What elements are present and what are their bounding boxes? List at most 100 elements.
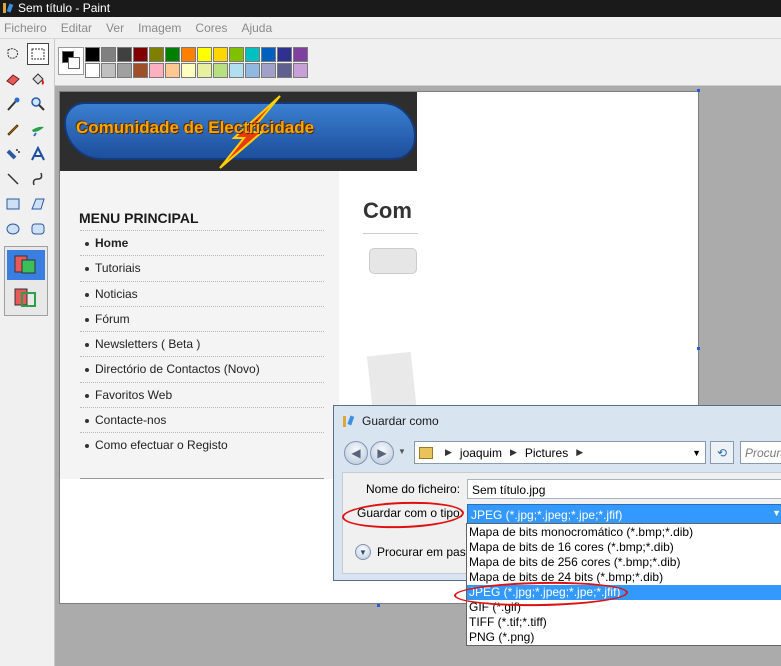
site-menu-item: Directório de Contactos (Novo) <box>80 356 324 381</box>
resize-handle[interactable] <box>377 604 380 607</box>
text-icon[interactable] <box>27 143 49 165</box>
transparent-selection-option[interactable] <box>7 283 45 313</box>
site-menu-divider <box>80 478 324 479</box>
chevron-down-icon[interactable]: ▼ <box>772 508 781 518</box>
color-swatch[interactable] <box>181 63 196 78</box>
save-type-option[interactable]: PNG (*.png) <box>467 630 781 645</box>
color-swatch[interactable] <box>133 47 148 62</box>
color-swatch[interactable] <box>197 63 212 78</box>
color-swatch[interactable] <box>229 63 244 78</box>
save-type-option[interactable]: Mapa de bits monocromático (*.bmp;*.dib) <box>467 525 781 540</box>
save-type-select[interactable]: JPEG (*.jpg;*.jpeg;*.jpe;*.jfif) ▼ <box>467 504 781 524</box>
fill-icon[interactable] <box>27 68 49 90</box>
color-swatch[interactable] <box>213 47 228 62</box>
search-input[interactable]: Procurar <box>740 441 781 464</box>
site-heading-rule <box>363 233 418 234</box>
breadcrumb-pictures[interactable]: Pictures <box>525 446 568 460</box>
tool-panel <box>0 39 55 666</box>
window-title: Sem título - Paint <box>18 1 111 15</box>
resize-handle[interactable] <box>697 347 700 350</box>
site-heading: Com <box>363 198 412 223</box>
site-menu-item: Como efectuar o Registo <box>80 432 324 457</box>
polygon-icon[interactable] <box>27 193 49 215</box>
chevron-right-icon[interactable]: ▶ <box>576 447 583 458</box>
site-menu-item: Fórum <box>80 305 324 331</box>
site-menu-item: Noticias <box>80 280 324 306</box>
color-swatch[interactable] <box>261 47 276 62</box>
breadcrumb-joaquim[interactable]: joaquim <box>460 446 502 460</box>
browse-folders-toggle[interactable]: ▼ Procurar em pastas <box>355 544 482 560</box>
menu-imagem[interactable]: Imagem <box>138 21 181 35</box>
color-swatch[interactable] <box>165 63 180 78</box>
chevron-right-icon[interactable]: ▶ <box>445 447 452 458</box>
forward-arrow-icon[interactable]: ▶ <box>370 441 394 465</box>
color-swatch[interactable] <box>117 63 132 78</box>
pencil-icon[interactable] <box>2 118 24 140</box>
save-type-option[interactable]: TIFF (*.tif;*.tiff) <box>467 615 781 630</box>
color-swatch[interactable] <box>101 63 116 78</box>
paint-app-icon <box>3 3 14 13</box>
current-colors[interactable] <box>58 47 84 75</box>
address-bar[interactable]: ▶ joaquim ▶ Pictures ▶ ▼ <box>414 441 706 464</box>
dialog-title: Guardar como <box>362 414 439 428</box>
color-swatch[interactable] <box>293 47 308 62</box>
menu-ver[interactable]: Ver <box>106 21 124 35</box>
brush-icon[interactable] <box>27 118 49 140</box>
color-swatch[interactable] <box>245 63 260 78</box>
site-menu-item: Home <box>80 230 324 255</box>
magnifier-icon[interactable] <box>27 93 49 115</box>
select-icon[interactable] <box>27 43 49 65</box>
color-swatch[interactable] <box>197 47 212 62</box>
line-icon[interactable] <box>2 168 24 190</box>
filename-label: Nome do ficheiro: <box>366 482 461 496</box>
color-swatch[interactable] <box>277 47 292 62</box>
color-swatch[interactable] <box>149 47 164 62</box>
pasted-site-header: Comunidade de Electricidade <box>60 92 417 171</box>
refresh-icon[interactable]: ⟲ <box>710 441 734 464</box>
free-select-icon[interactable] <box>2 43 24 65</box>
color-picker-icon[interactable] <box>2 93 24 115</box>
color-swatch[interactable] <box>181 47 196 62</box>
title-bar: Sem título - Paint <box>0 0 781 17</box>
history-dropdown-icon[interactable]: ▼ <box>398 447 406 456</box>
color-swatch[interactable] <box>229 47 244 62</box>
color-swatch[interactable] <box>165 47 180 62</box>
eraser-icon[interactable] <box>2 68 24 90</box>
rounded-rectangle-icon[interactable] <box>27 218 49 240</box>
site-menu-list: Home Tutoriais Noticias Fórum Newsletter… <box>80 230 324 458</box>
color-swatch[interactable] <box>149 63 164 78</box>
menu-editar[interactable]: Editar <box>61 21 92 35</box>
color-swatch[interactable] <box>293 63 308 78</box>
site-grey-button <box>369 248 417 274</box>
back-arrow-icon[interactable]: ◀ <box>344 441 368 465</box>
menu-cores[interactable]: Cores <box>195 21 227 35</box>
airbrush-icon[interactable] <box>2 143 24 165</box>
site-menu-item: Newsletters ( Beta ) <box>80 331 324 356</box>
tool-options <box>4 246 48 316</box>
save-type-option[interactable]: Mapa de bits de 16 cores (*.bmp;*.dib) <box>467 540 781 555</box>
menu-ajuda[interactable]: Ajuda <box>241 21 272 35</box>
ellipse-icon[interactable] <box>2 218 24 240</box>
color-swatch[interactable] <box>101 47 116 62</box>
save-type-option[interactable]: Mapa de bits de 256 cores (*.bmp;*.dib) <box>467 555 781 570</box>
site-menu-item: Favoritos Web <box>80 381 324 407</box>
color-swatch[interactable] <box>277 63 292 78</box>
opaque-selection-option[interactable] <box>7 250 45 280</box>
color-swatch[interactable] <box>261 63 276 78</box>
site-menu-item: Contacte-nos <box>80 407 324 432</box>
curve-icon[interactable] <box>27 168 49 190</box>
color-swatch[interactable] <box>245 47 260 62</box>
site-logo-text: Comunidade de Electricidade <box>76 118 315 137</box>
color-swatch[interactable] <box>85 47 100 62</box>
filename-field[interactable]: Sem título.jpg <box>467 479 781 499</box>
color-swatch[interactable] <box>85 63 100 78</box>
menu-ficheiro[interactable]: Ficheiro <box>4 21 47 35</box>
color-swatch[interactable] <box>117 47 132 62</box>
rectangle-icon[interactable] <box>2 193 24 215</box>
resize-handle[interactable] <box>697 89 700 92</box>
chevron-right-icon[interactable]: ▶ <box>510 447 517 458</box>
color-swatch[interactable] <box>213 63 228 78</box>
chevron-down-icon: ▼ <box>355 544 371 560</box>
color-swatch[interactable] <box>133 63 148 78</box>
chevron-down-icon[interactable]: ▼ <box>692 448 701 458</box>
